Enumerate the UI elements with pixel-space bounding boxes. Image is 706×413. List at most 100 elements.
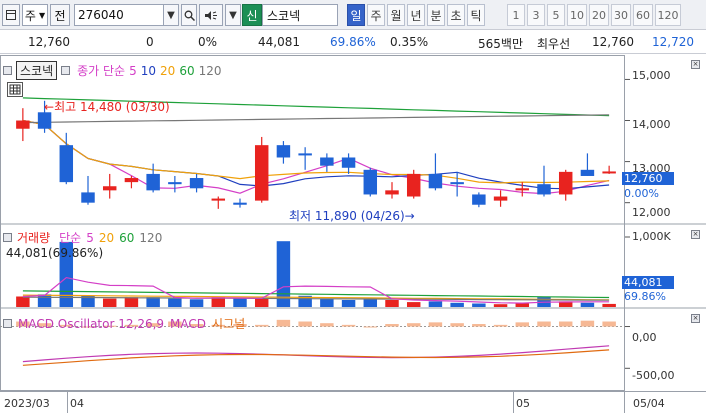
candle-body	[102, 186, 117, 191]
volume-value: 44,081	[258, 35, 300, 49]
code-mode-button[interactable]: 전	[50, 4, 70, 26]
volume-panel-close-icon[interactable]: ×	[691, 230, 700, 239]
volume-bar	[16, 296, 30, 307]
market-select[interactable]: 주 ▼	[22, 4, 48, 26]
legend-stock-name[interactable]: 스코넥	[16, 61, 58, 80]
candle-body	[81, 192, 95, 203]
legend-ma60: 60	[179, 63, 195, 78]
volume-ma60: 60	[119, 230, 135, 245]
volume-bar	[428, 301, 443, 307]
period-second-button[interactable]: 초	[447, 4, 465, 26]
price-tick-15000: 15,000	[632, 69, 671, 82]
candle-body	[16, 120, 30, 129]
volume-bar	[580, 302, 595, 307]
trade-amount: 565백만	[478, 37, 523, 51]
high-annotation-text: 최고 14,480 (03/30)	[54, 100, 170, 114]
interval-20-button[interactable]: 20	[589, 4, 609, 26]
stock-code-value: 276040	[78, 8, 124, 22]
candle-body	[124, 178, 139, 183]
table-view-icon[interactable]	[7, 82, 23, 97]
macd-osc-bar	[254, 324, 269, 327]
interval-1-button[interactable]: 1	[507, 4, 525, 26]
search-icon[interactable]	[181, 4, 197, 26]
macd-osc-bar	[580, 320, 595, 327]
candle-body	[320, 157, 334, 166]
price-change: 0	[146, 35, 154, 49]
date-label-0504: 05/04	[633, 397, 665, 410]
period-second-label: 초	[450, 8, 462, 23]
period-month-button[interactable]: 월	[387, 4, 405, 26]
volume-ma120: 120	[139, 230, 163, 245]
interval-30-button[interactable]: 30	[611, 4, 631, 26]
current-price-tag: 12,760	[622, 172, 674, 185]
panel-option-icon[interactable]	[61, 66, 71, 75]
candle-body	[254, 145, 269, 201]
volume-bar	[320, 298, 334, 307]
macd-osc-bar	[385, 324, 399, 327]
interval-120-label: 120	[657, 8, 679, 22]
speaker-icon[interactable]	[199, 4, 223, 26]
panel-close-icon[interactable]: ×	[691, 60, 700, 69]
volume-bar	[493, 304, 508, 307]
candle-body	[59, 145, 74, 183]
window-layout-icon[interactable]	[2, 4, 20, 26]
interval-3-button[interactable]: 3	[527, 4, 545, 26]
volume-current-ratio: (69.86%)	[48, 246, 104, 260]
volume-bar	[102, 298, 117, 307]
code-mode-label: 전	[54, 8, 66, 23]
legend-ma10: 10	[140, 63, 157, 78]
macd-osc-bar	[320, 323, 334, 327]
stock-name-field[interactable]: 스코넥	[262, 4, 338, 26]
stock-name-value: 스코넥	[267, 8, 301, 23]
interval-10-label: 10	[570, 8, 584, 22]
period-year-button[interactable]: 년	[407, 4, 425, 26]
legend-ma120: 120	[198, 63, 222, 78]
volume-bar	[385, 300, 399, 307]
candle-body	[493, 196, 508, 201]
period-tick-button[interactable]: 틱	[467, 4, 485, 26]
interval-1-label: 1	[512, 8, 520, 22]
macd-osc-bar	[406, 323, 421, 327]
candle-body	[233, 202, 247, 205]
interval-5-button[interactable]: 5	[547, 4, 565, 26]
stock-code-input[interactable]: 276040	[74, 4, 170, 26]
candle-body	[341, 157, 356, 168]
macd-panel-menu-icon[interactable]	[3, 319, 12, 328]
period-week-button[interactable]: 주	[367, 4, 385, 26]
macd-osc-bar	[276, 319, 291, 327]
macd-osc-bar	[558, 321, 573, 327]
macd-panel-close-icon[interactable]: ×	[691, 314, 700, 323]
price-legend: 스코넥 종가 단순 5 10 20 60 120	[3, 61, 222, 80]
current-pct-tag: 0.00%	[624, 187, 659, 200]
interval-60-label: 60	[636, 8, 650, 22]
macd-osc-bar	[515, 322, 530, 327]
volume-bar	[124, 297, 139, 307]
candle-body	[515, 188, 530, 191]
candle-body	[363, 169, 378, 195]
chart-area[interactable]: 스코넥 종가 단순 5 10 20 60 120 × ←최고 14,480 (0…	[0, 55, 706, 413]
ask-price: 12,760	[592, 35, 634, 49]
panel-menu-icon[interactable]	[3, 66, 12, 75]
candle-body	[189, 178, 204, 189]
candle-body	[168, 182, 182, 185]
left-arrow-icon: ←	[44, 100, 55, 114]
interval-60-button[interactable]: 60	[633, 4, 653, 26]
speaker-dropdown-icon[interactable]: ▼	[225, 4, 241, 26]
candle-body	[580, 169, 595, 176]
interval-120-button[interactable]: 120	[655, 4, 681, 26]
interval-20-label: 20	[592, 8, 606, 22]
volume-panel-menu-icon[interactable]	[3, 233, 12, 242]
interval-10-button[interactable]: 10	[567, 4, 587, 26]
period-day-button[interactable]: 일	[347, 4, 365, 26]
code-dropdown-icon[interactable]: ▼	[163, 4, 179, 26]
period-tick-label: 틱	[470, 8, 482, 23]
bid-price: 12,720	[652, 35, 694, 49]
high-annotation: ←최고 14,480 (03/30)	[44, 98, 170, 115]
macd-osc-label: MACD Oscillator 12,26,9	[18, 316, 165, 331]
date-label-05: 05	[516, 397, 530, 410]
interval-3-label: 3	[532, 8, 540, 22]
signal-tab[interactable]: 신	[242, 4, 262, 26]
period-minute-button[interactable]: 분	[427, 4, 445, 26]
legend-ma5: 5	[129, 63, 137, 78]
volume-ma60-line	[22, 290, 610, 299]
